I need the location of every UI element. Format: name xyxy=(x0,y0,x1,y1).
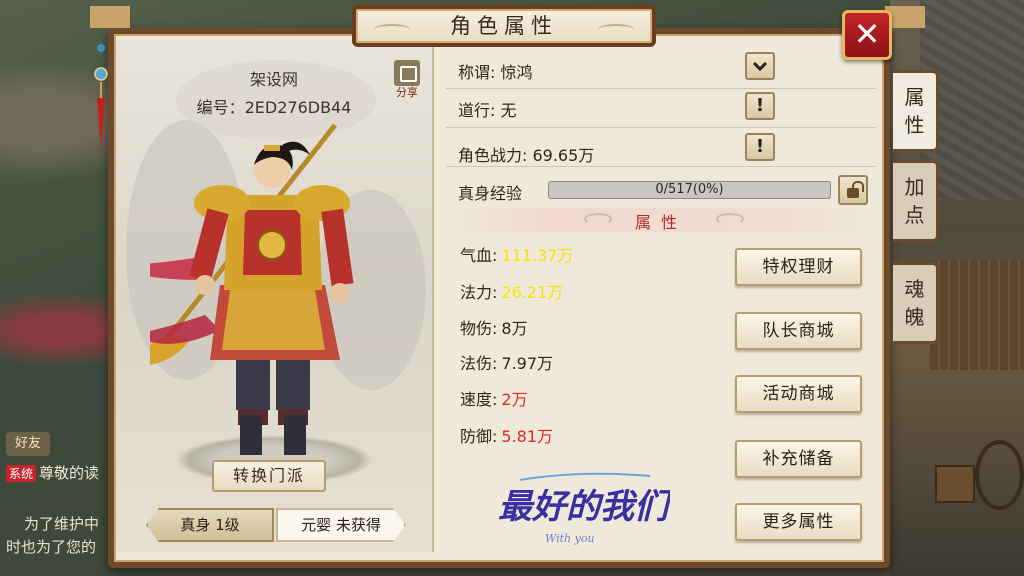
server-name: 架设网 xyxy=(249,70,298,89)
chat-message: 系统 尊敬的读 xyxy=(6,462,112,483)
hanging-charm-icon xyxy=(94,44,108,150)
stat-physical-damage: 物伤: 8万 xyxy=(460,315,528,339)
stat-value: 5.81万 xyxy=(501,427,554,446)
share-button[interactable]: 分享 xyxy=(392,60,422,100)
close-icon: ✕ xyxy=(853,15,881,53)
cloud-ornament-icon xyxy=(374,24,410,34)
stat-speed: 速度: 2万 xyxy=(460,386,528,410)
friend-button[interactable]: 好友 xyxy=(6,432,50,456)
unlock-button[interactable] xyxy=(838,175,868,205)
stat-label: 物伤: xyxy=(460,319,498,338)
tab-attributes[interactable]: 属 性 xyxy=(893,70,939,152)
notice-line: 时也为了您的 xyxy=(6,538,97,556)
cloud-ornament-icon xyxy=(598,24,634,34)
captain-shop-button[interactable]: 队长商城 xyxy=(735,312,862,350)
power-info-button[interactable]: ! xyxy=(745,133,775,161)
event-shop-button[interactable]: 活动商城 xyxy=(735,375,862,413)
stat-value: 26.21万 xyxy=(501,283,564,302)
switch-school-button[interactable]: 转换门派 xyxy=(212,460,326,492)
stat-magic-damage: 法伤: 7.97万 xyxy=(460,350,553,374)
tab-label: 属 性 xyxy=(904,85,925,137)
stat-label: 气血: xyxy=(460,246,498,265)
daoxing-row: 道行: 无 xyxy=(458,101,517,120)
tab-soul[interactable]: 魂 魄 xyxy=(893,262,939,344)
exclamation-icon: ! xyxy=(755,95,765,116)
supply-reserve-button[interactable]: 补充储备 xyxy=(735,440,862,478)
background-house xyxy=(930,260,1024,370)
title-dropdown-button[interactable] xyxy=(745,52,775,80)
stat-hp: 气血: 111.37万 xyxy=(460,242,573,266)
attributes-title: 属性 xyxy=(634,213,687,232)
background-crate xyxy=(935,465,975,503)
close-button[interactable]: ✕ xyxy=(842,10,892,60)
exp-progress-bar: 0/517(0%) xyxy=(548,181,831,199)
stat-value: 7.97万 xyxy=(501,354,554,373)
more-attributes-button[interactable]: 更多属性 xyxy=(735,503,862,541)
exp-label: 真身经验 xyxy=(458,184,523,203)
logo-main-text: 最好的我们 xyxy=(498,487,670,527)
title-row: 称谓: 惊鸿 xyxy=(458,63,533,82)
watermark-logo: 最好的我们 With you xyxy=(498,472,670,545)
cloud-ornament-icon xyxy=(716,213,744,225)
background-cart-wheel xyxy=(975,440,1024,510)
stat-label: 法力: xyxy=(460,283,498,302)
share-label: 分享 xyxy=(396,86,418,99)
tab-add-points[interactable]: 加 点 xyxy=(893,160,939,242)
row-divider xyxy=(446,88,876,89)
panel-corner-flag xyxy=(90,6,130,28)
tab-label: 加 点 xyxy=(904,175,925,227)
row-divider xyxy=(446,127,876,128)
chat-system-tag: 系统 xyxy=(6,465,37,482)
stat-defense: 防御: 5.81万 xyxy=(460,423,553,447)
chevron-down-icon xyxy=(752,61,768,72)
attributes-header: 属性 xyxy=(446,208,876,232)
combat-power-row: 角色战力: 69.65万 xyxy=(458,146,595,165)
exp-progress-text: 0/517(0%) xyxy=(655,182,724,197)
stat-label: 防御: xyxy=(460,427,498,446)
row-divider xyxy=(446,166,876,167)
section-divider xyxy=(432,40,434,552)
tab-true-body[interactable]: 真身 1级 xyxy=(146,508,274,542)
stat-label: 速度: xyxy=(460,390,498,409)
privilege-finance-button[interactable]: 特权理财 xyxy=(735,248,862,286)
share-icon xyxy=(394,60,420,86)
logo-sub-text: With you xyxy=(545,532,595,545)
stat-value: 111.37万 xyxy=(501,246,574,265)
stat-label: 法伤: xyxy=(460,354,498,373)
stat-mana: 法力: 26.21万 xyxy=(460,279,563,303)
panel-title-text: 角色属性 xyxy=(450,14,558,38)
stat-value: 8万 xyxy=(501,319,528,338)
exclamation-icon: ! xyxy=(755,136,765,157)
chat-text: 尊敬的读 xyxy=(39,464,100,482)
daoxing-info-button[interactable]: ! xyxy=(745,92,775,120)
character-avatar xyxy=(150,123,354,455)
stat-value: 2万 xyxy=(501,390,528,409)
form-tabs: 真身 1级 元婴 未获得 xyxy=(146,508,408,542)
panel-title: 角色属性 xyxy=(352,5,656,47)
notice-line: 为了维护中 xyxy=(24,515,100,533)
tab-label: 魂 魄 xyxy=(904,277,925,329)
tab-yuanying[interactable]: 元婴 未获得 xyxy=(276,508,406,542)
